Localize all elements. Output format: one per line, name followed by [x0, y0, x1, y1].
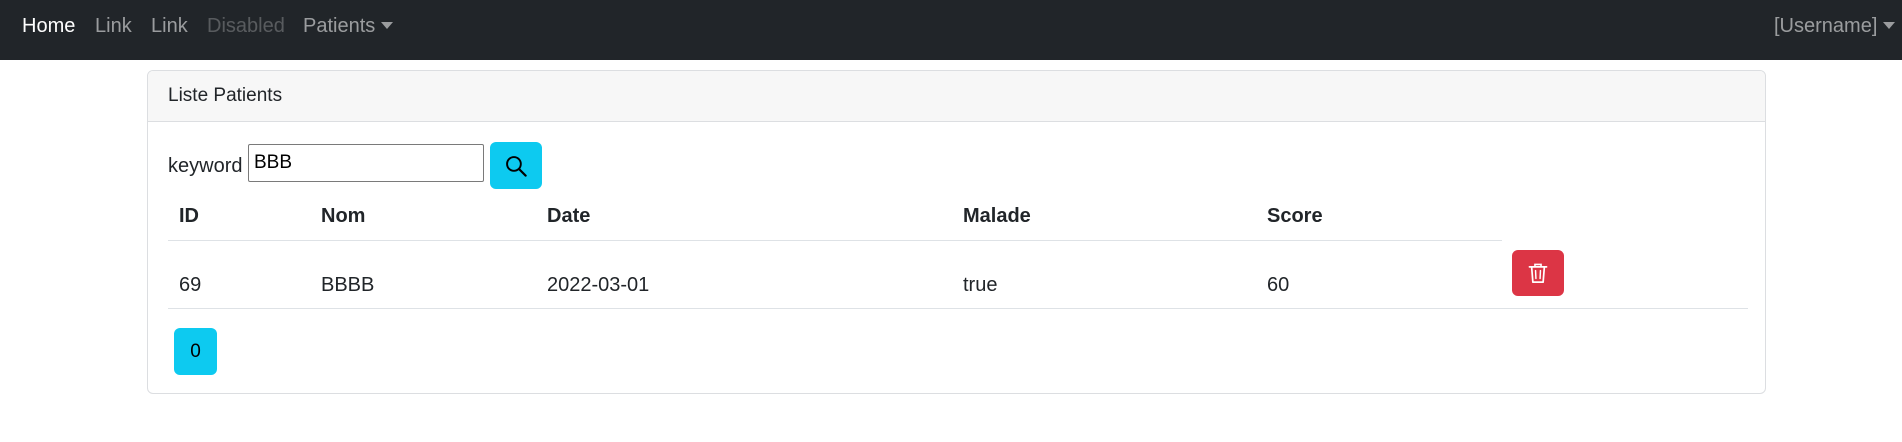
- column-header-date: Date: [547, 205, 591, 227]
- delete-button[interactable]: [1512, 250, 1564, 296]
- card-header: Liste Patients: [148, 71, 1765, 122]
- page-button-0[interactable]: 0: [174, 328, 217, 375]
- trash-icon: [1528, 263, 1548, 284]
- user-menu-dropdown[interactable]: [Username]: [1774, 14, 1896, 38]
- keyword-label: keyword: [168, 155, 243, 177]
- column-header-score: Score: [1267, 205, 1323, 227]
- chevron-down-icon: [381, 22, 394, 29]
- nav-home-link[interactable]: Home: [22, 14, 75, 38]
- nav-link-1[interactable]: Link: [95, 14, 132, 38]
- card-title: Liste Patients: [168, 85, 283, 106]
- patients-card: Liste Patients keyword ID Nom Date Malad…: [147, 70, 1766, 394]
- nav-disabled-link: Disabled: [207, 15, 285, 37]
- cell-nom: BBBB: [321, 274, 375, 296]
- cell-score: 60: [1267, 274, 1290, 296]
- search-icon: [506, 155, 527, 177]
- cell-date: 2022-03-01: [547, 274, 650, 296]
- chevron-down-icon: [1883, 22, 1896, 29]
- username-label: [Username]: [1774, 15, 1878, 37]
- nav-patients-label: Patients: [303, 15, 376, 37]
- top-navbar: Home Link Link Disabled Patients [Userna…: [0, 0, 1902, 60]
- column-header-id: ID: [179, 205, 199, 227]
- search-button[interactable]: [490, 142, 542, 189]
- keyword-input[interactable]: [248, 144, 484, 182]
- table-row-divider: [168, 308, 1748, 309]
- column-header-malade: Malade: [963, 205, 1031, 227]
- nav-patients-dropdown[interactable]: Patients: [303, 14, 394, 38]
- nav-link-2[interactable]: Link: [151, 14, 188, 38]
- column-header-nom: Nom: [321, 205, 366, 227]
- cell-id: 69: [179, 274, 202, 296]
- cell-malade: true: [963, 274, 998, 296]
- table-header-divider: [168, 240, 1502, 241]
